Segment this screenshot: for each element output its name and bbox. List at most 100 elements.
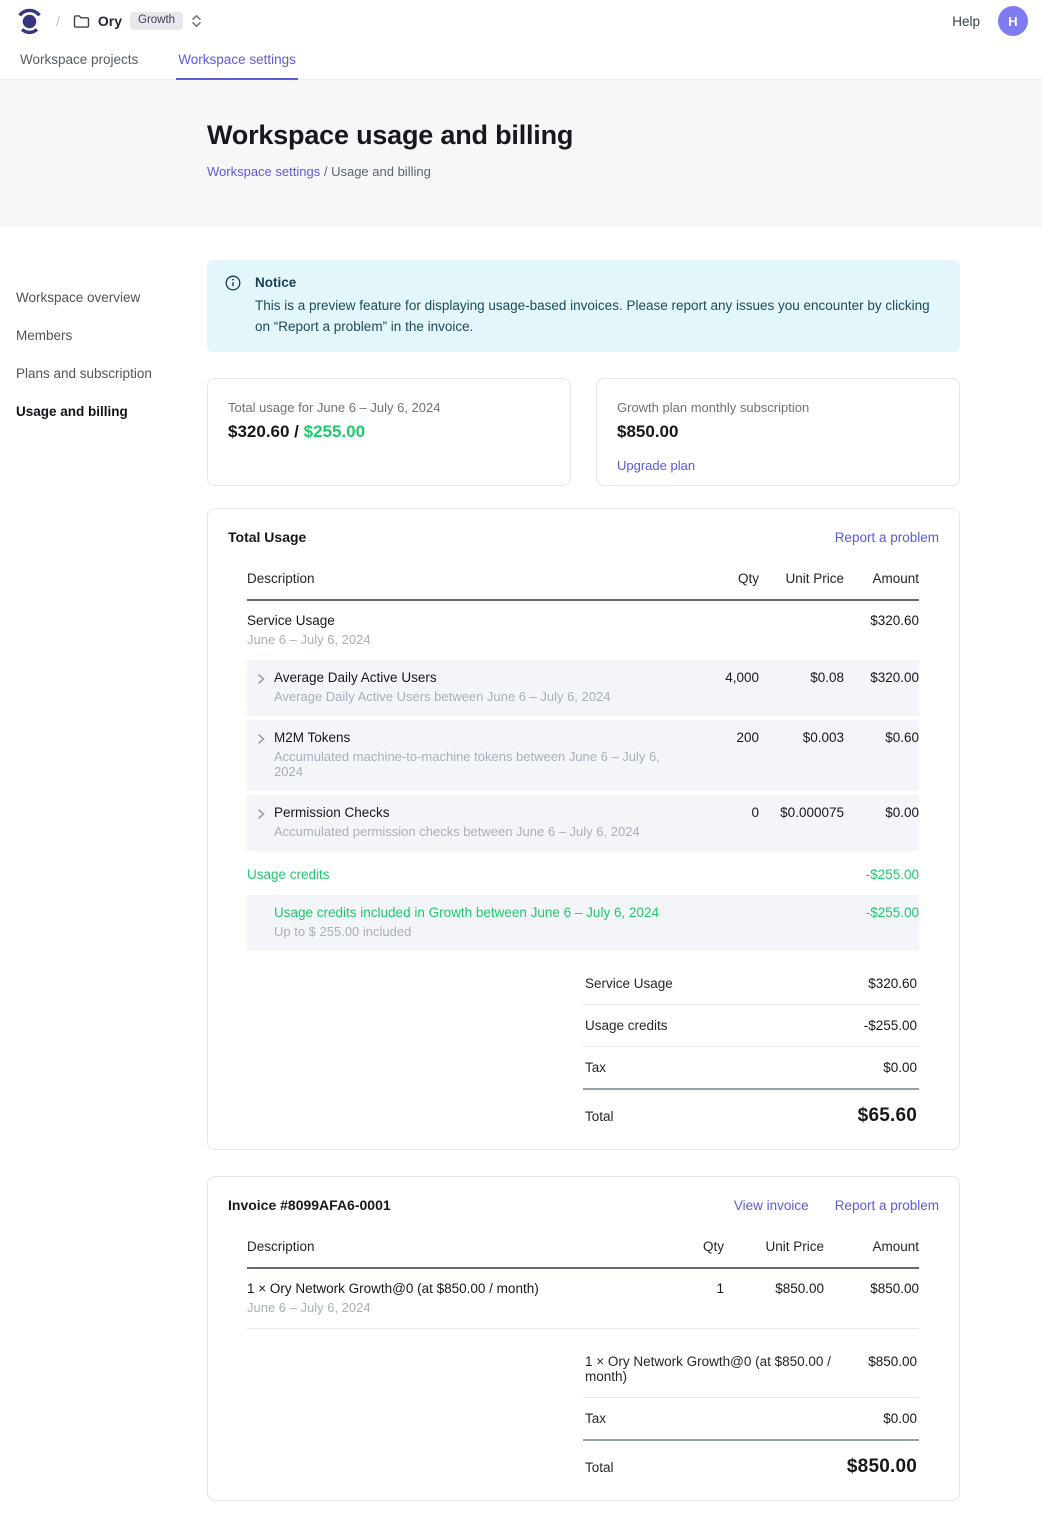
- row-title: Usage credits included in Growth between…: [274, 905, 689, 920]
- col-description: Description: [247, 1239, 669, 1254]
- notice-title: Notice: [255, 273, 942, 294]
- row-amount: -$255.00: [844, 867, 919, 882]
- usage-included-amount: $255.00: [304, 422, 365, 441]
- totals-row-total: Total $65.60: [583, 1090, 919, 1129]
- row-title: 1 × Ory Network Growth@0 (at $850.00 / m…: [247, 1281, 669, 1296]
- totals-label: Tax: [585, 1411, 606, 1426]
- row-subtitle: Accumulated permission checks between Ju…: [274, 824, 689, 839]
- row-qty: 200: [689, 730, 759, 745]
- invoice-totals: 1 × Ory Network Growth@0 (at $850.00 / m…: [583, 1341, 919, 1480]
- totals-value: $0.00: [883, 1060, 917, 1075]
- totals-label: Usage credits: [585, 1018, 668, 1033]
- row-qty: 0: [689, 805, 759, 820]
- total-usage-panel: Total Usage Report a problem Description…: [207, 508, 960, 1150]
- row-subtitle: June 6 – July 6, 2024: [247, 1300, 669, 1315]
- row-title: Permission Checks: [274, 805, 689, 820]
- chevron-right-icon[interactable]: [247, 805, 274, 820]
- row-title: Usage credits: [247, 867, 689, 882]
- subscription-card: Growth plan monthly subscription $850.00…: [596, 378, 960, 486]
- tab-workspace-settings[interactable]: Workspace settings: [176, 42, 298, 80]
- sidebar-item-workspace-overview[interactable]: Workspace overview: [16, 285, 191, 311]
- totals-value: $320.60: [868, 976, 917, 991]
- usage-report-problem-link[interactable]: Report a problem: [835, 530, 939, 545]
- invoice-panel: Invoice #8099AFA6-0001 View invoice Repo…: [207, 1176, 960, 1501]
- row-amount: $0.00: [844, 805, 919, 820]
- row-amount: $850.00: [824, 1281, 919, 1296]
- col-unit-price: Unit Price: [724, 1239, 824, 1254]
- folder-icon: [73, 14, 90, 29]
- sidebar-item-plans-and-subscription[interactable]: Plans and subscription: [16, 361, 191, 387]
- totals-label: Service Usage: [585, 976, 673, 991]
- usage-table-header: Description Qty Unit Price Amount: [247, 559, 919, 601]
- row-subtitle: Average Daily Active Users between June …: [274, 689, 689, 704]
- totals-value: $850.00: [868, 1354, 917, 1369]
- totals-label: Total: [585, 1460, 614, 1475]
- table-row-permission-checks: Permission Checks Accumulated permission…: [247, 795, 919, 851]
- totals-label: Tax: [585, 1060, 606, 1075]
- breadcrumb-current: Usage and billing: [331, 164, 431, 179]
- workspace-tabbar: Workspace projects Workspace settings: [0, 42, 1042, 80]
- table-row-service-usage: Service Usage June 6 – July 6, 2024 $320…: [247, 601, 919, 660]
- page-header: Workspace usage and billing Workspace se…: [0, 80, 1042, 227]
- row-amount: $0.60: [844, 730, 919, 745]
- col-description: Description: [247, 571, 689, 586]
- grand-total-value: $850.00: [847, 1456, 917, 1478]
- page-title: Workspace usage and billing: [207, 120, 960, 151]
- row-amount: $320.00: [844, 670, 919, 685]
- subscription-label: Growth plan monthly subscription: [617, 400, 939, 415]
- plan-badge: Growth: [130, 12, 183, 30]
- table-row-usage-credits: Usage credits -$255.00: [247, 855, 919, 895]
- ory-logo-icon[interactable]: [16, 8, 43, 35]
- subscription-amount: $850.00: [617, 422, 939, 442]
- breadcrumb: Workspace settings / Usage and billing: [207, 164, 960, 179]
- table-row-average-daily-active-users: Average Daily Active Users Average Daily…: [247, 660, 919, 716]
- invoice-report-problem-link[interactable]: Report a problem: [835, 1198, 939, 1213]
- chevron-right-icon[interactable]: [247, 670, 274, 685]
- totals-label: Total: [585, 1109, 614, 1124]
- totals-row-total: Total $850.00: [583, 1441, 919, 1480]
- col-amount: Amount: [844, 571, 919, 586]
- notice-banner: Notice This is a preview feature for dis…: [207, 260, 960, 352]
- row-amount: $320.60: [844, 613, 919, 628]
- row-unit-price: $0.003: [759, 730, 844, 745]
- usage-table: Description Qty Unit Price Amount Servic…: [247, 559, 919, 951]
- invoice-row-growth-plan: 1 × Ory Network Growth@0 (at $850.00 / m…: [247, 1269, 919, 1329]
- settings-sidenav: Workspace overview Members Plans and sub…: [16, 285, 191, 437]
- workspace-switcher[interactable]: Ory Growth: [73, 12, 202, 30]
- breadcrumb-settings-link[interactable]: Workspace settings: [207, 164, 320, 179]
- summary-cards: Total usage for June 6 – July 6, 2024 $3…: [207, 378, 960, 486]
- totals-row-tax: Tax $0.00: [583, 1047, 919, 1090]
- row-amount: -$255.00: [844, 905, 919, 920]
- col-qty: Qty: [689, 571, 759, 586]
- total-usage-card: Total usage for June 6 – July 6, 2024 $3…: [207, 378, 571, 486]
- tab-workspace-projects[interactable]: Workspace projects: [18, 42, 140, 80]
- sidebar-item-usage-and-billing[interactable]: Usage and billing: [16, 399, 191, 425]
- row-unit-price: $850.00: [724, 1281, 824, 1296]
- row-unit-price: $0.08: [759, 670, 844, 685]
- table-row-m2m-tokens: M2M Tokens Accumulated machine-to-machin…: [247, 720, 919, 791]
- total-usage-label: Total usage for June 6 – July 6, 2024: [228, 400, 550, 415]
- view-invoice-link[interactable]: View invoice: [734, 1198, 809, 1213]
- help-link[interactable]: Help: [952, 14, 980, 29]
- col-unit-price: Unit Price: [759, 571, 844, 586]
- upgrade-plan-link[interactable]: Upgrade plan: [617, 458, 695, 473]
- totals-value: $0.00: [883, 1411, 917, 1426]
- chevron-right-icon[interactable]: [247, 730, 274, 745]
- chevron-up-down-icon[interactable]: [191, 14, 202, 28]
- row-subtitle: June 6 – July 6, 2024: [247, 632, 689, 647]
- col-qty: Qty: [669, 1239, 724, 1254]
- row-qty: 4,000: [689, 670, 759, 685]
- totals-row-service-usage: Service Usage $320.60: [583, 963, 919, 1005]
- avatar[interactable]: H: [998, 6, 1028, 36]
- sidebar-item-members[interactable]: Members: [16, 323, 191, 349]
- info-icon: [225, 273, 241, 338]
- workspace-name: Ory: [98, 13, 122, 29]
- total-usage-value: $320.60 / $255.00: [228, 422, 550, 442]
- invoice-table: Description Qty Unit Price Amount 1 × Or…: [247, 1227, 919, 1329]
- main-content: Workspace overview Members Plans and sub…: [0, 227, 1042, 1517]
- totals-row-usage-credits: Usage credits -$255.00: [583, 1005, 919, 1047]
- breadcrumb-sep: /: [324, 164, 328, 179]
- invoice-title: Invoice #8099AFA6-0001: [228, 1197, 391, 1213]
- usage-used-amount: $320.60 /: [228, 422, 299, 441]
- totals-row-plan: 1 × Ory Network Growth@0 (at $850.00 / m…: [583, 1341, 919, 1398]
